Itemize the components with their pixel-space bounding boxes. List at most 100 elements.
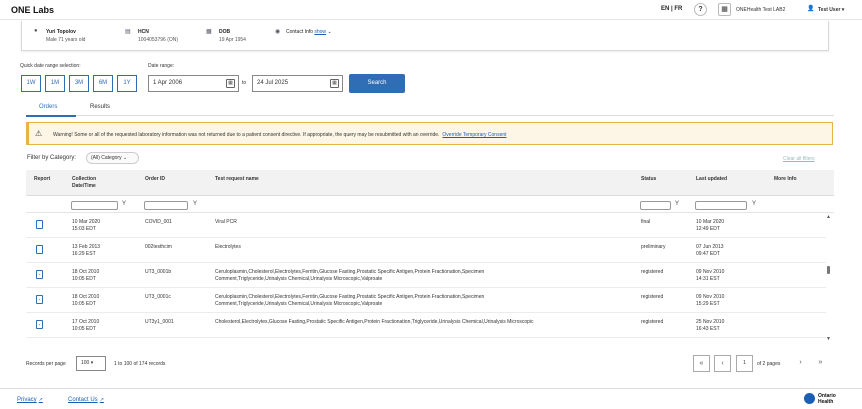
date-range-label: Date range: xyxy=(148,63,175,69)
range-6m-button[interactable]: 6M xyxy=(93,75,113,92)
document-icon[interactable]: + xyxy=(36,270,43,279)
lang-fr[interactable]: FR xyxy=(674,6,682,12)
chevron-down-icon: ⌄ xyxy=(122,155,128,161)
updated-time: 15:29 EST xyxy=(696,301,720,307)
tab-bar: Orders Results xyxy=(26,99,834,117)
col-more-info[interactable]: More Info xyxy=(774,176,797,183)
filter-icon[interactable]: Y xyxy=(193,201,197,207)
scroll-up-icon[interactable]: ▲ xyxy=(826,214,831,220)
range-3m-button[interactable]: 3M xyxy=(69,75,89,92)
status-filter-input[interactable] xyxy=(640,201,671,210)
collection-cell: 18 Oct 2010 10:05 EDT xyxy=(72,269,99,283)
warning-message: Warning! Some or all of the requested la… xyxy=(53,132,507,138)
caret-down-icon: ▾ xyxy=(90,360,94,366)
collection-filter-input[interactable] xyxy=(71,201,118,210)
next-page-button[interactable]: › xyxy=(792,355,809,372)
calendar-icon[interactable]: ▦ xyxy=(330,79,339,88)
user-icon[interactable]: 👤 xyxy=(807,5,814,12)
table-body: 10 Mar 2020 15:03 EDT COVID_001 Viral PCR… xyxy=(26,214,834,344)
collection-time: 15:03 EDT xyxy=(72,226,96,232)
warning-text: Warning! Some or all of the requested la… xyxy=(53,132,440,138)
table-scrollbar[interactable]: ▲ ▼ xyxy=(826,214,832,344)
location-icon: ◉ xyxy=(275,29,281,35)
table-row[interactable]: + 18 Oct 2010 10:05 EDT UT3_0001c Cerulop… xyxy=(26,289,826,313)
last-updated-filter-input[interactable] xyxy=(695,201,747,210)
document-icon[interactable] xyxy=(36,245,43,254)
org-name[interactable]: ONEHealth Test LAB2 xyxy=(736,7,785,13)
range-1w-button[interactable]: 1W xyxy=(21,75,41,92)
ontario-health-name: Ontario Health xyxy=(818,393,836,405)
filter-icon[interactable]: Y xyxy=(675,201,679,207)
scroll-thumb[interactable] xyxy=(827,266,830,274)
test-line-2: Comment,Triglyceride,Urinalysis Chemical… xyxy=(215,276,383,282)
dob-value: 19 Apr 1954 xyxy=(219,37,246,43)
contact-label: Contact Info xyxy=(286,29,313,35)
filter-icon[interactable]: Y xyxy=(752,201,756,207)
override-consent-link[interactable]: Override Temporary Consent xyxy=(442,132,506,138)
prev-page-button[interactable]: ‹ xyxy=(714,355,731,372)
language-switch: EN | FR xyxy=(661,6,682,12)
col-status[interactable]: Status xyxy=(641,176,656,183)
calendar-icon: ▦ xyxy=(206,29,212,35)
test-line-1: Cholesterol,Electrolytes,Glucose Fasting… xyxy=(215,319,534,325)
calendar-icon[interactable]: ▦ xyxy=(226,79,235,88)
col-order-id[interactable]: Order ID xyxy=(145,176,165,183)
col-collection[interactable]: Collection Date/Time xyxy=(72,176,96,190)
table-header: Report Collection Date/Time Order ID Tes… xyxy=(26,170,834,196)
records-range: 1 to 100 of 174 records xyxy=(114,361,166,367)
clear-all-filters-link[interactable]: Clear all filters xyxy=(783,156,815,162)
tab-orders[interactable]: Orders xyxy=(39,104,57,110)
contact-show-link[interactable]: show xyxy=(314,29,326,35)
scroll-down-icon[interactable]: ▼ xyxy=(826,336,831,342)
current-page-input[interactable]: 1 xyxy=(736,355,753,372)
document-icon[interactable]: + xyxy=(36,295,43,304)
order-id-cell: UT3y1_0001 xyxy=(145,319,174,325)
search-button[interactable]: Search xyxy=(349,74,405,93)
brand-line-2: Health xyxy=(818,399,834,405)
order-id-filter-input[interactable] xyxy=(144,201,188,210)
dob-label: DOB xyxy=(219,29,231,35)
last-updated-cell: 09 Nov 2010 15:29 EST xyxy=(696,294,724,308)
user-menu[interactable]: Test User ▾ xyxy=(818,7,844,13)
chevron-down-icon[interactable]: ⌄ xyxy=(327,29,331,35)
app-title[interactable]: ONE Labs xyxy=(11,5,54,15)
records-per-page-select[interactable]: 100 ▾ xyxy=(76,356,106,371)
last-page-button[interactable]: » xyxy=(812,355,829,372)
test-request-cell: Electrolytes xyxy=(215,244,241,251)
table-row[interactable]: 10 Mar 2020 15:03 EDT COVID_001 Viral PCR… xyxy=(26,214,826,238)
to-date-value: 24 Jul 2025 xyxy=(257,80,289,86)
order-id-cell: COVID_001 xyxy=(145,219,172,225)
top-bar: ONE Labs EN | FR ? ▦ ONEHealth Test LAB2… xyxy=(0,0,862,20)
table-row[interactable]: + 17 Oct 2010 10:05 EDT UT3y1_0001 Choles… xyxy=(26,314,826,338)
privacy-link[interactable]: Privacy ↗ xyxy=(17,397,43,403)
patient-sex-age: Male 71 years old xyxy=(46,37,86,43)
status-cell: registered xyxy=(641,294,664,300)
category-select[interactable]: (All) Category ⌄ xyxy=(86,152,139,164)
to-date-field[interactable]: 24 Jul 2025 ▦ xyxy=(252,75,343,92)
col-report[interactable]: Report xyxy=(34,176,50,183)
col-test-request[interactable]: Test request name xyxy=(215,176,259,183)
document-icon[interactable] xyxy=(36,220,43,229)
from-date-field[interactable]: 1 Apr 2006 ▦ xyxy=(148,75,239,92)
lang-en[interactable]: EN xyxy=(661,6,669,12)
updated-time: 16:43 EST xyxy=(696,326,720,332)
col-last-updated[interactable]: Last updated xyxy=(696,176,727,183)
collection-time: 16:29 EST xyxy=(72,251,96,257)
records-per-page-label: Records per page xyxy=(26,361,66,367)
updated-date: 07 Jun 2013 xyxy=(696,244,724,250)
filter-icon[interactable]: Y xyxy=(122,201,126,207)
first-page-button[interactable]: « xyxy=(693,355,710,372)
tab-results[interactable]: Results xyxy=(90,104,110,110)
privacy-label: Privacy xyxy=(17,397,37,403)
building-icon[interactable]: ▦ xyxy=(718,3,731,16)
collection-cell: 18 Oct 2010 10:05 EDT xyxy=(72,294,99,308)
table-row[interactable]: 13 Feb 2013 16:29 EST 002testhcim Electro… xyxy=(26,239,826,263)
document-icon[interactable]: + xyxy=(36,320,43,329)
range-1y-button[interactable]: 1Y xyxy=(117,75,137,92)
help-icon[interactable]: ? xyxy=(694,3,707,16)
contact-us-link[interactable]: Contact Us ↗ xyxy=(68,397,104,403)
range-1m-button[interactable]: 1M xyxy=(45,75,65,92)
table-row[interactable]: + 18 Oct 2010 10:05 EDT UT3_0001b Cerulop… xyxy=(26,264,826,288)
status-cell: final xyxy=(641,219,651,225)
hcn-value: 1004053796 (ON) xyxy=(138,37,179,43)
